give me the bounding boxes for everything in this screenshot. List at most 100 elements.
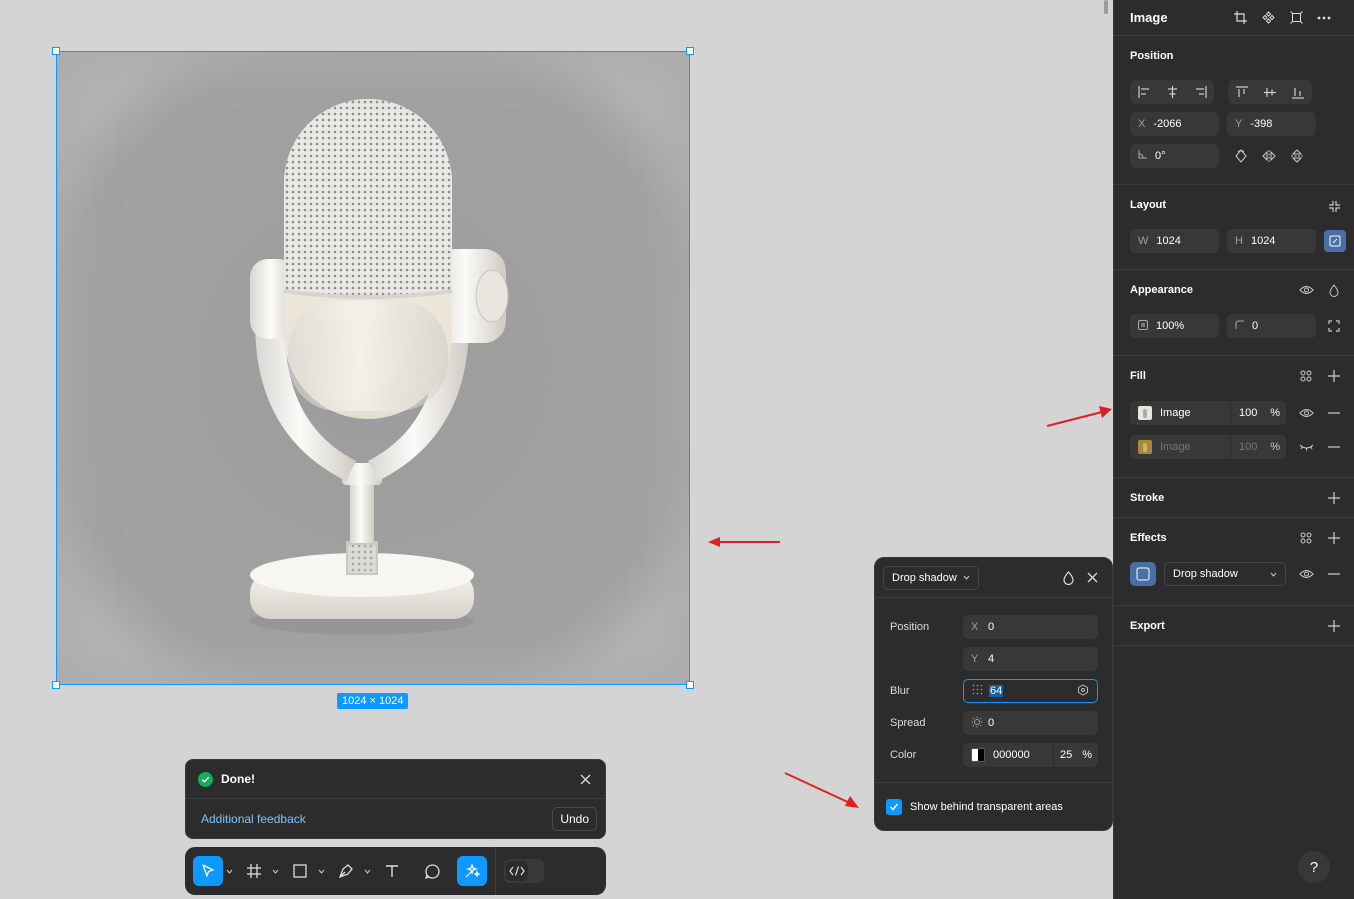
align-right-icon[interactable] [1186, 80, 1214, 104]
spread-sun-icon [971, 716, 988, 731]
resize-handle-top-left[interactable] [52, 47, 60, 55]
corner-radius-icon [1235, 320, 1244, 332]
blend-mode-drop-icon[interactable] [1056, 566, 1080, 590]
rectangle-tool[interactable] [285, 856, 315, 886]
eye-closed-icon[interactable] [1292, 435, 1320, 459]
shadow-color-field[interactable]: 000000 25 % [963, 743, 1098, 767]
effect-type-select[interactable]: Drop shadow [1164, 562, 1286, 586]
corner-radius-field[interactable]: 0 [1227, 314, 1316, 338]
styles-grid-icon[interactable] [1292, 526, 1320, 550]
transform-actions [1227, 144, 1311, 168]
component-icon[interactable] [1254, 4, 1282, 32]
remove-fill-icon[interactable] [1320, 401, 1348, 425]
effect-type-select[interactable]: Drop shadow [883, 565, 979, 590]
frame-tool[interactable] [239, 856, 269, 886]
add-fill-icon[interactable] [1320, 364, 1348, 388]
effect-settings-icon[interactable] [1130, 562, 1156, 586]
export-section: Export [1114, 606, 1354, 646]
canvas[interactable]: 1024 × 1024 Done! Additional feedback Un… [0, 0, 1113, 899]
eye-icon[interactable] [1292, 401, 1320, 425]
show-behind-checkbox[interactable] [886, 799, 902, 815]
chevron-down-icon[interactable] [269, 856, 281, 886]
chevron-down-icon[interactable] [361, 856, 373, 886]
shadow-x-field[interactable]: X 0 [963, 615, 1098, 639]
x-position-field[interactable]: X -2066 [1130, 112, 1219, 136]
width-field[interactable]: W 1024 [1130, 229, 1219, 253]
fill-item-1[interactable]: Image 100 % [1130, 401, 1286, 425]
toolbar-divider [495, 847, 496, 895]
crop-icon[interactable] [1226, 4, 1254, 32]
more-options-icon[interactable] [1310, 4, 1338, 32]
comment-tool[interactable] [417, 856, 447, 886]
flip-horizontal-icon[interactable] [1255, 144, 1283, 168]
fill-1-opacity[interactable]: 100 [1239, 407, 1270, 419]
align-center-h-icon[interactable] [1158, 80, 1186, 104]
align-left-icon[interactable] [1130, 80, 1158, 104]
mask-frame-icon[interactable] [1282, 4, 1310, 32]
independent-corners-icon[interactable] [1320, 314, 1348, 338]
flip-vertical-icon[interactable] [1283, 144, 1311, 168]
close-icon[interactable] [1080, 566, 1104, 590]
additional-feedback-link[interactable]: Additional feedback [201, 812, 552, 826]
actions-tool[interactable] [457, 856, 487, 886]
y-prefix: Y [971, 653, 979, 665]
canvas-scrollbar[interactable] [1104, 0, 1108, 14]
chevron-down-icon [1270, 572, 1277, 577]
chevron-down-icon[interactable] [223, 856, 235, 886]
resize-handle-bottom-right[interactable] [686, 681, 694, 689]
stroke-title: Stroke [1130, 492, 1165, 504]
resize-handle-bottom-left[interactable] [52, 681, 60, 689]
variable-hexagon-icon[interactable] [1077, 683, 1089, 699]
rotate-90-icon[interactable] [1227, 144, 1255, 168]
text-tool[interactable] [377, 856, 407, 886]
pen-tool[interactable] [331, 856, 361, 886]
remove-effect-icon[interactable] [1320, 562, 1348, 586]
constrain-proportions-icon[interactable] [1324, 230, 1346, 252]
fill-2-opacity[interactable]: 100 [1239, 441, 1270, 453]
annotation-arrow-canvas [708, 537, 780, 547]
fill-item-2[interactable]: Image 100 % [1130, 435, 1286, 459]
x-prefix: X [971, 621, 979, 633]
collapse-icon[interactable] [1320, 194, 1348, 218]
fill-2-unit: % [1270, 441, 1280, 453]
spread-field[interactable]: 0 [963, 711, 1098, 735]
image-frame[interactable] [56, 51, 690, 685]
chevron-down-icon[interactable] [315, 856, 327, 886]
blur-field[interactable]: 64 [963, 679, 1098, 703]
resize-handle-top-right[interactable] [686, 47, 694, 55]
align-top-icon[interactable] [1228, 80, 1256, 104]
toast-title: Done! [221, 772, 255, 786]
color-swatch[interactable] [971, 748, 985, 762]
opacity-field[interactable]: 100% [1130, 314, 1219, 338]
move-tool[interactable] [193, 856, 223, 886]
dev-mode-toggle[interactable] [504, 859, 544, 883]
blend-drop-icon[interactable] [1320, 278, 1348, 302]
align-center-v-icon[interactable] [1256, 80, 1284, 104]
height-field[interactable]: H 1024 [1227, 229, 1316, 253]
y-prefix: Y [1235, 118, 1243, 130]
eye-icon[interactable] [1292, 562, 1320, 586]
color-opacity-value[interactable]: 25 [1060, 749, 1082, 761]
y-position-field[interactable]: Y -398 [1227, 112, 1316, 136]
x-value: -2066 [1153, 118, 1182, 130]
add-stroke-icon[interactable] [1320, 486, 1348, 510]
remove-fill-icon[interactable] [1320, 435, 1348, 459]
help-button[interactable]: ? [1298, 851, 1330, 883]
h-prefix: H [1235, 235, 1243, 247]
opacity-value: 100% [1156, 320, 1185, 332]
styles-grid-icon[interactable] [1292, 364, 1320, 388]
show-behind-label[interactable]: Show behind transparent areas [910, 801, 1063, 813]
blur-value: 64 [989, 685, 1004, 697]
color-hex-value[interactable]: 000000 [993, 749, 1053, 761]
undo-button[interactable]: Undo [552, 807, 597, 831]
rotation-field[interactable]: 0° [1130, 144, 1219, 168]
eye-icon[interactable] [1292, 278, 1320, 302]
align-bottom-icon[interactable] [1284, 80, 1312, 104]
shadow-y-value: 4 [988, 653, 995, 665]
shadow-y-field[interactable]: Y 4 [963, 647, 1098, 671]
fill-2-label: Image [1160, 441, 1191, 453]
close-icon[interactable] [577, 771, 593, 787]
done-toast: Done! Additional feedback Undo [185, 759, 606, 839]
add-effect-icon[interactable] [1320, 526, 1348, 550]
add-export-icon[interactable] [1320, 614, 1348, 638]
